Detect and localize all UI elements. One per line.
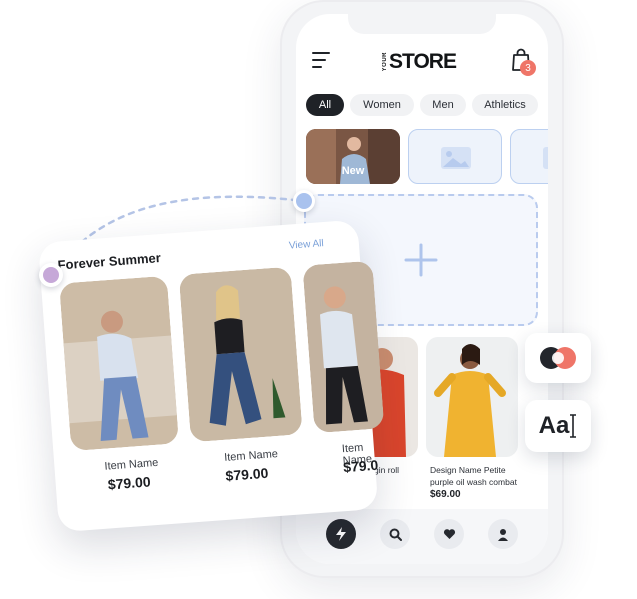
story-placeholder[interactable] [510, 129, 548, 184]
collection-item-name: Item Name [104, 456, 159, 473]
user-icon[interactable] [488, 519, 518, 549]
cart-count-badge: 3 [520, 60, 536, 76]
collection-item-image[interactable] [59, 275, 180, 452]
search-icon[interactable] [380, 519, 410, 549]
logo-main-text: STORE [389, 50, 457, 73]
collection-item-name: Item Name [223, 448, 279, 464]
font-picker-button[interactable]: Aa [525, 400, 591, 452]
product-image[interactable] [426, 337, 518, 457]
phone-notch [348, 14, 496, 34]
story-new[interactable]: New [306, 129, 400, 184]
collection-card[interactable]: Forever Summer View All Item Name $79.00… [38, 219, 385, 533]
view-all-link[interactable]: View All [289, 238, 325, 252]
connector-node [293, 190, 315, 212]
heart-icon[interactable] [434, 519, 464, 549]
story-new-label: New [341, 165, 365, 177]
bottom-tab-bar [296, 509, 548, 564]
category-tab-women[interactable]: Women [350, 94, 414, 116]
color-swatch-icon [540, 347, 576, 369]
collection-item-price: $79.00 [107, 473, 152, 493]
product-price: $69.00 [430, 489, 461, 500]
collection-item-price: $79.0 [342, 456, 379, 476]
menu-icon[interactable] [312, 52, 330, 68]
connector-node [39, 263, 63, 287]
collection-item-price: $79.00 [224, 464, 269, 484]
category-tab-all[interactable]: All [306, 94, 344, 116]
font-sample-text: Aa [538, 412, 570, 439]
product-name: Design Name Petite purple oil wash comba… [430, 465, 517, 487]
story-placeholder[interactable] [408, 129, 502, 184]
collection-item-image[interactable] [178, 266, 303, 443]
category-tab-men[interactable]: Men [420, 94, 466, 116]
collection-item-image[interactable] [302, 260, 385, 434]
image-placeholder-icon [441, 147, 471, 169]
color-picker-button[interactable] [525, 333, 591, 383]
lightning-icon[interactable] [326, 519, 356, 549]
image-placeholder-icon [543, 147, 548, 169]
logo-small-text: YOUR [382, 52, 388, 72]
store-logo: YOUR STORE [382, 50, 457, 74]
shopping-bag-icon[interactable]: 3 [510, 48, 536, 76]
text-cursor-icon [570, 414, 577, 438]
collection-title: Forever Summer [57, 250, 162, 273]
category-tab-athletics[interactable]: Athletics [472, 94, 538, 116]
